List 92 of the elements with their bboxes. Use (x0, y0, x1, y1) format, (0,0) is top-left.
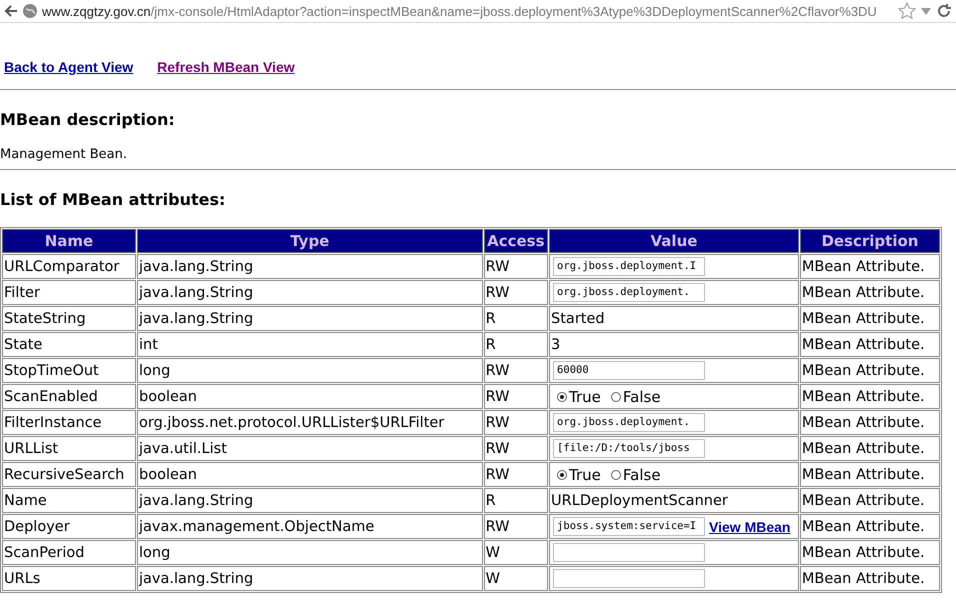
column-header: Description (800, 229, 940, 253)
description-text: Management Bean. (0, 147, 128, 162)
view-mbean-link[interactable]: View MBean (709, 518, 790, 534)
radio-option[interactable]: True (557, 388, 601, 406)
radio-label: False (622, 388, 661, 406)
table-cell: MBean Attribute. (800, 280, 940, 305)
radio-option[interactable]: False (610, 388, 661, 406)
radio-icon[interactable] (610, 470, 621, 480)
table-cell: Name (2, 488, 136, 513)
table-cell: W (484, 566, 548, 591)
value-field[interactable]: org.jboss.deployment.I (553, 257, 706, 276)
table-cell: ScanEnabled (2, 384, 136, 409)
table-cell: StateString (2, 306, 136, 331)
table-cell: java.util.List (137, 436, 483, 461)
table-cell: java.lang.String (137, 280, 483, 305)
dropdown-icon[interactable] (920, 6, 932, 16)
value-field[interactable] (553, 543, 706, 562)
table-cell: MBean Attribute. (800, 462, 940, 487)
table-cell: RW (484, 514, 548, 539)
table-cell: R (484, 488, 548, 513)
radio-icon[interactable] (557, 392, 568, 402)
table-cell: R (484, 306, 548, 331)
table-cell: MBean Attribute. (800, 514, 940, 539)
radio-icon[interactable] (557, 470, 568, 480)
table-cell: long (137, 540, 483, 565)
table-cell: MBean Attribute. (800, 254, 940, 279)
table-cell: FilterInstance (2, 410, 136, 435)
radio-label: True (569, 388, 601, 406)
table-cell: MBean Attribute. (800, 306, 940, 331)
table-cell: RW (484, 436, 548, 461)
section-heading: List of MBean attributes: (0, 190, 226, 209)
table-cell: URLList (2, 436, 136, 461)
table-cell: Filter (2, 280, 136, 305)
nav-link[interactable]: Refresh MBean View (157, 59, 295, 75)
table-cell: RW (484, 358, 548, 383)
table-cell: long (137, 358, 483, 383)
globe-icon (22, 3, 38, 19)
column-header: Name (2, 229, 136, 253)
table-cell: MBean Attribute. (800, 566, 940, 591)
table-cell: ScanPeriod (2, 540, 136, 565)
radio-label: False (622, 466, 661, 484)
radio-label: True (569, 466, 601, 484)
table-cell: RecursiveSearch (2, 462, 136, 487)
table-cell: MBean Attribute. (800, 410, 940, 435)
value-field[interactable]: org.jboss.deployment. (553, 413, 706, 432)
table-cell: MBean Attribute. (800, 540, 940, 565)
table-cell: boolean (137, 384, 483, 409)
table-cell: boolean (137, 462, 483, 487)
address-text[interactable]: www.zqgtzy.gov.cn/jmx-console/HtmlAdaptor?action=inspectMBean&name=jboss.deployment%3Atype%3DDeploymentScanner%2Cflavor%3DU (42, 4, 894, 18)
table-cell: R (484, 332, 548, 357)
table-cell: URLComparator (2, 254, 136, 279)
table-cell: MBean Attribute. (800, 358, 940, 383)
value-text: 3 (551, 336, 560, 352)
table-cell: java.lang.String (137, 488, 483, 513)
back-arrow-icon[interactable] (4, 4, 18, 18)
table-cell: URLs (2, 566, 136, 591)
table-cell: State (2, 332, 136, 357)
table-cell: javax.management.ObjectName (137, 514, 483, 539)
value-field[interactable]: [file:/D:/tools/jboss (553, 439, 706, 458)
value-field[interactable]: org.jboss.deployment. (553, 283, 706, 302)
table-cell: Deployer (2, 514, 136, 539)
radio-option[interactable]: True (557, 466, 601, 484)
table-cell: int (137, 332, 483, 357)
table-cell: RW (484, 254, 548, 279)
table-cell: MBean Attribute. (800, 436, 940, 461)
radio-option[interactable]: False (610, 466, 661, 484)
star-icon[interactable] (898, 2, 916, 20)
table-cell: MBean Attribute. (800, 332, 940, 357)
table-cell: RW (484, 410, 548, 435)
table-cell: RW (484, 384, 548, 409)
nav-link[interactable]: Back to Agent View (4, 59, 134, 75)
table-cell: MBean Attribute. (800, 488, 940, 513)
table-cell: RW (484, 280, 548, 305)
table-cell: MBean Attribute. (800, 384, 940, 409)
column-header: Type (137, 229, 483, 253)
table-cell: java.lang.String (137, 306, 483, 331)
reload-icon[interactable] (936, 3, 952, 19)
section-heading: MBean description: (0, 110, 176, 129)
table-cell: StopTimeOut (2, 358, 136, 383)
value-text: Started (551, 310, 605, 326)
table-cell: org.jboss.net.protocol.URLLister$URLFilter (137, 410, 483, 435)
value-field[interactable]: 60000 (553, 361, 706, 380)
table-cell: W (484, 540, 548, 565)
table-cell: java.lang.String (137, 566, 483, 591)
radio-icon[interactable] (610, 392, 621, 402)
value-field[interactable]: jboss.system:service=I (553, 517, 706, 536)
column-header: Value (549, 229, 799, 253)
table-cell: java.lang.String (137, 254, 483, 279)
value-field[interactable] (553, 569, 706, 588)
table-cell: RW (484, 462, 548, 487)
column-header: Access (484, 229, 548, 253)
value-text: URLDeploymentScanner (551, 492, 728, 508)
